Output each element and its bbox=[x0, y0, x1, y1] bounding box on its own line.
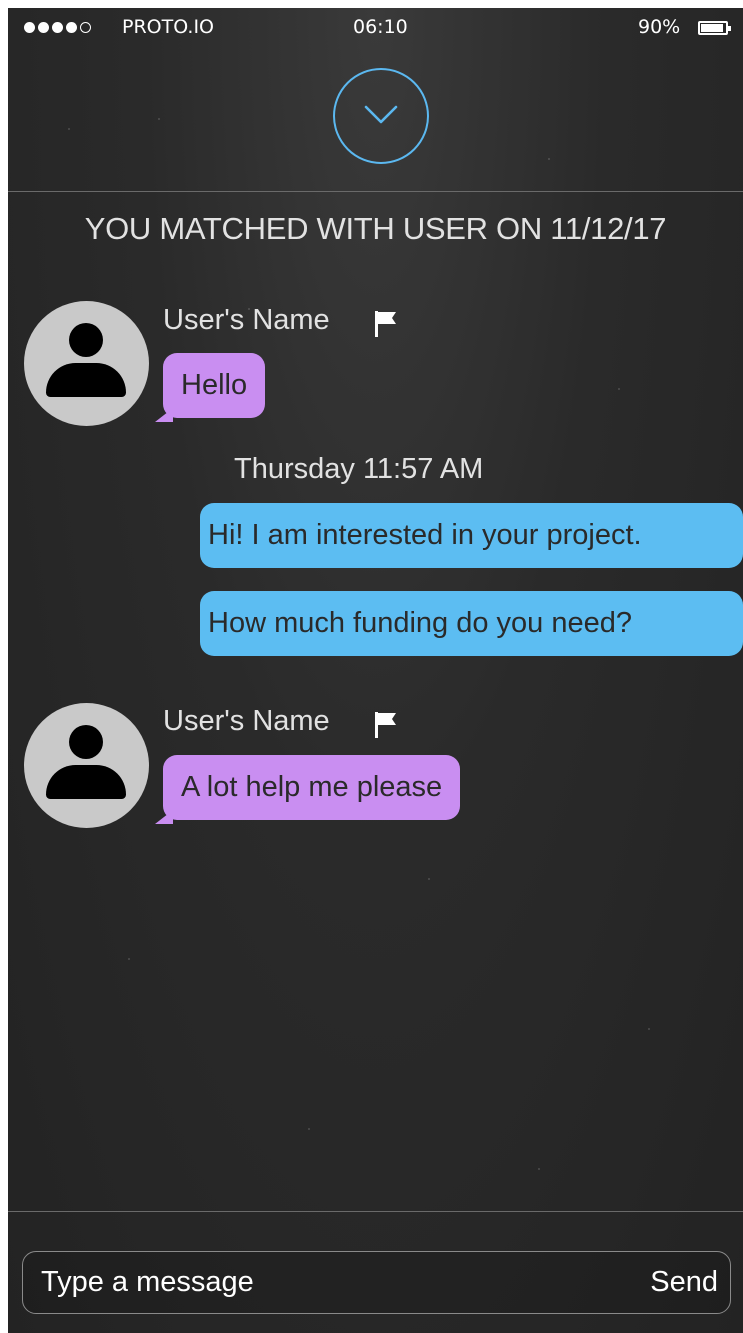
signal-dot bbox=[38, 22, 49, 33]
background-speck bbox=[618, 388, 620, 390]
composer-divider bbox=[8, 1211, 743, 1212]
avatar-head bbox=[69, 323, 103, 357]
avatar[interactable] bbox=[24, 703, 149, 828]
message-timestamp: Thursday 11:57 AM bbox=[234, 453, 484, 485]
signal-dot bbox=[52, 22, 63, 33]
match-banner: YOU MATCHED WITH USER ON 11/12/17 bbox=[84, 211, 667, 246]
sender-name: User's Name bbox=[163, 705, 330, 737]
signal-dot bbox=[66, 22, 77, 33]
background-speck bbox=[428, 878, 430, 880]
background-speck bbox=[308, 1128, 310, 1130]
carrier-name: PROTO.IO bbox=[122, 16, 215, 38]
avatar[interactable] bbox=[24, 301, 149, 426]
chevron-down-icon bbox=[364, 105, 398, 124]
background-speck bbox=[68, 128, 70, 130]
message-input[interactable] bbox=[41, 1252, 601, 1312]
background-speck bbox=[158, 118, 160, 120]
incoming-message-bubble: A lot help me please bbox=[154, 755, 461, 824]
avatar-body bbox=[46, 363, 126, 397]
incoming-message-bubble: Hello bbox=[154, 353, 266, 422]
battery-percentage: 90% bbox=[638, 16, 681, 38]
status-time: 06:10 bbox=[353, 16, 408, 38]
message-composer: Send bbox=[22, 1251, 731, 1314]
signal-strength-icon bbox=[24, 22, 91, 33]
signal-dot bbox=[24, 22, 35, 33]
flag-icon[interactable] bbox=[373, 711, 399, 739]
outgoing-message-bubble: How much funding do you need? bbox=[200, 591, 743, 656]
avatar-head bbox=[69, 725, 103, 759]
background-speck bbox=[548, 158, 550, 160]
background-speck bbox=[538, 1168, 540, 1170]
header-divider bbox=[8, 191, 743, 192]
outgoing-message-bubble: Hi! I am interested in your project. bbox=[200, 503, 743, 568]
battery-icon bbox=[698, 21, 731, 35]
signal-dot-empty bbox=[80, 22, 91, 33]
send-button[interactable]: Send bbox=[650, 1252, 718, 1312]
avatar-body bbox=[46, 765, 126, 799]
sender-name: User's Name bbox=[163, 304, 330, 336]
status-bar: PROTO.IO 06:10 90% bbox=[8, 8, 743, 48]
background-speck bbox=[648, 1028, 650, 1030]
flag-icon[interactable] bbox=[373, 310, 399, 338]
chat-screen: PROTO.IO 06:10 90% YOU MATCHED WITH USER… bbox=[8, 8, 743, 1333]
collapse-button[interactable] bbox=[333, 68, 429, 164]
background-speck bbox=[128, 958, 130, 960]
